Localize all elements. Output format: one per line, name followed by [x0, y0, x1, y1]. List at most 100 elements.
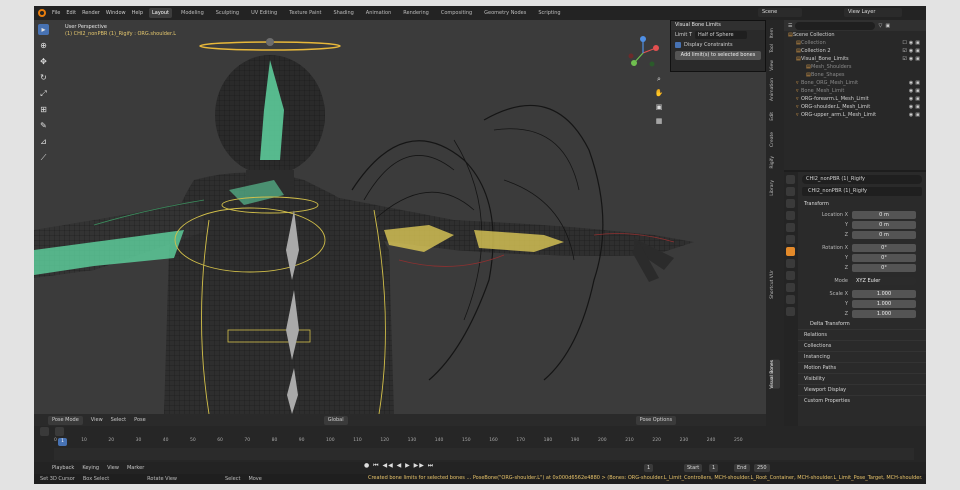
tab-animation[interactable]: Animation — [363, 8, 395, 18]
tab-geometry-nodes[interactable]: Geometry Nodes — [481, 8, 529, 18]
tab-texture-paint[interactable]: Texture Paint — [286, 8, 324, 18]
motion-paths-section[interactable]: Motion Paths — [798, 362, 926, 373]
tab-view[interactable]: View — [770, 60, 780, 71]
modifier-tab-icon[interactable] — [786, 259, 795, 268]
timeline-view-menu[interactable]: View — [107, 465, 119, 471]
object-name-field[interactable]: CHI2_nonPBR (1)_Rigify — [802, 187, 922, 196]
scene-selector[interactable]: Scene — [758, 8, 802, 17]
perspective-grid-icon[interactable]: ▦ — [654, 116, 664, 126]
tab-create[interactable]: Create — [770, 132, 780, 147]
relations-section[interactable]: Relations — [798, 329, 926, 340]
visibility-icons[interactable]: ◉▣ — [909, 95, 922, 103]
bone-tool-icon[interactable]: ⟋ — [38, 152, 49, 163]
transform-tool-icon[interactable]: ⊞ — [38, 104, 49, 115]
output-tab-icon[interactable] — [786, 199, 795, 208]
tab-uv-editing[interactable]: UV Editing — [248, 8, 280, 18]
cursor-tool-icon[interactable]: ⊕ — [38, 40, 49, 51]
tab-scripting[interactable]: Scripting — [535, 8, 563, 18]
keying-menu[interactable]: Keying — [82, 465, 99, 471]
delta-transform-section[interactable]: Delta Transform — [798, 319, 926, 329]
pose-options-button[interactable]: Pose Options — [635, 415, 677, 425]
tool-tab-icon[interactable] — [786, 175, 795, 184]
visibility-section[interactable]: Visibility — [798, 373, 926, 384]
funnel-icon[interactable]: ▽ — [878, 23, 882, 29]
menu-edit[interactable]: Edit — [66, 10, 76, 16]
visibility-icons[interactable]: ☑◉▣ — [902, 47, 922, 55]
visibility-icons[interactable]: ☑◉▣ — [902, 55, 922, 63]
marker-menu[interactable]: Marker — [127, 465, 144, 471]
outliner-search-input[interactable] — [795, 21, 876, 30]
rotation-mode-select[interactable]: XYZ Euler — [852, 276, 916, 285]
annotate-tool-icon[interactable]: ✎ — [38, 120, 49, 131]
menu-file[interactable]: File — [52, 10, 60, 16]
keyframe-filter-icon[interactable] — [55, 427, 64, 436]
visibility-icons[interactable]: ◉▣ — [909, 79, 922, 87]
tab-edit[interactable]: Edit — [770, 112, 780, 121]
start-frame-field[interactable]: 1 — [709, 464, 719, 472]
object-tab-icon[interactable] — [786, 247, 795, 256]
rotation-y-field[interactable]: 0° — [852, 253, 916, 262]
view-layer-selector[interactable]: View Layer — [844, 8, 902, 17]
view-layer-tab-icon[interactable] — [786, 211, 795, 220]
menu-help[interactable]: Help — [132, 10, 143, 16]
menu-pose[interactable]: Pose — [134, 417, 146, 423]
outliner-row[interactable]: ▤Visual_Bone_Limits ☑◉▣ — [784, 55, 926, 63]
tab-compositing[interactable]: Compositing — [438, 8, 475, 18]
tab-item[interactable]: Item — [770, 28, 780, 38]
navigation-gizmo[interactable] — [626, 36, 660, 70]
tab-visual-bones[interactable]: Visual Bones — [770, 360, 780, 389]
new-collection-icon[interactable]: ▣ — [885, 23, 890, 29]
physics-tab-icon[interactable] — [786, 271, 795, 280]
outliner-row[interactable]: ▤Scene Collection — [784, 31, 926, 39]
world-tab-icon[interactable] — [786, 235, 795, 244]
tab-rendering[interactable]: Rendering — [400, 8, 432, 18]
tab-tool[interactable]: Tool — [770, 44, 780, 53]
pan-hand-icon[interactable]: ✋ — [654, 88, 664, 98]
outliner-row[interactable]: ▿ ORG-forearm.L_Mesh_Limit ◉▣ — [784, 95, 926, 103]
blender-logo-icon[interactable] — [38, 9, 46, 17]
scale-tool-icon[interactable]: ⤢ — [38, 88, 49, 99]
custom-properties-section[interactable]: Custom Properties — [798, 395, 926, 406]
visibility-icons[interactable]: ☐◉▣ — [902, 39, 922, 47]
instancing-section[interactable]: Instancing — [798, 351, 926, 362]
visibility-icons[interactable]: ◉▣ — [909, 111, 922, 119]
scale-x-field[interactable]: 1.000 — [852, 289, 916, 298]
timeline-track[interactable] — [54, 448, 914, 460]
rotation-z-field[interactable]: 0° — [852, 263, 916, 272]
viewport-display-section[interactable]: Viewport Display — [798, 384, 926, 395]
tab-rigify[interactable]: Rigify — [770, 156, 780, 169]
tab-library[interactable]: Library — [770, 180, 780, 196]
playback-menu[interactable]: Playback — [52, 465, 74, 471]
location-y-field[interactable]: 0 m — [852, 220, 916, 229]
tab-shortcut[interactable]: Shortcut VUr — [770, 270, 780, 299]
tab-shading[interactable]: Shading — [330, 8, 356, 18]
outliner-row[interactable]: ▤Bone_Shapes — [784, 71, 926, 79]
editor-type-icon[interactable] — [40, 427, 49, 436]
bone-tab-icon[interactable] — [786, 307, 795, 316]
menu-select[interactable]: Select — [111, 417, 126, 423]
timeline[interactable]: 0 10 20 30 40 50 60 70 80 90 100 110 120 130 140 150 160… — [34, 426, 926, 474]
outliner-row[interactable]: ▿ Bone_ORG_Mesh_Limit ◉▣ — [784, 79, 926, 87]
move-tool-icon[interactable]: ✥ — [38, 56, 49, 67]
orientation-select[interactable]: Global — [323, 415, 348, 425]
display-constraints-row[interactable]: Display Constraints — [671, 40, 765, 50]
zoom-icon[interactable]: ⌕ — [654, 74, 664, 84]
render-tab-icon[interactable] — [786, 187, 795, 196]
current-frame-field[interactable]: 1 — [644, 464, 654, 472]
menu-render[interactable]: Render — [82, 10, 100, 16]
end-frame-field[interactable]: 250 — [754, 464, 770, 472]
tab-sculpting[interactable]: Sculpting — [213, 8, 242, 18]
tab-layout[interactable]: Layout — [149, 8, 172, 18]
frame-ruler[interactable]: 0 10 20 30 40 50 60 70 80 90 100 110 120 130 140 150 160… — [54, 438, 743, 447]
current-frame-indicator[interactable]: 1 — [58, 438, 67, 446]
scale-z-field[interactable]: 1.000 — [852, 309, 916, 318]
select-tool-icon[interactable]: ▸ — [38, 24, 49, 35]
mode-select[interactable]: Pose Mode — [48, 415, 83, 425]
outliner-row[interactable]: ▿ ORG-shoulder.L_Mesh_Limit ◉▣ — [784, 103, 926, 111]
scene-tab-icon[interactable] — [786, 223, 795, 232]
location-x-field[interactable]: 0 m — [852, 210, 916, 219]
measure-tool-icon[interactable]: ⊿ — [38, 136, 49, 147]
filter-icon[interactable]: ☰ — [788, 23, 792, 29]
outliner-row[interactable]: ▤Mesh_Shoulders — [784, 63, 926, 71]
add-limits-button[interactable]: Add limit(s) to selected bones — [675, 51, 761, 60]
